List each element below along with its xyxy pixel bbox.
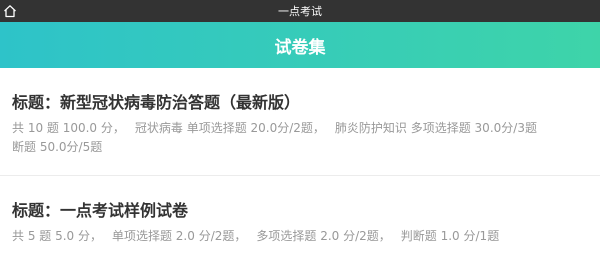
paper-summary: 共 10 题 100.0 分，	[12, 121, 125, 135]
paper-section: 多项选择题 2.0 分/2题，	[256, 229, 391, 243]
paper-section: 肺炎防护知识 多项选择题 30.0分/3题	[334, 121, 537, 135]
paper-title: 标题：一点考试样例试卷	[12, 201, 189, 220]
paper-title: 标题：新型冠状病毒防治答题（最新版）	[12, 93, 301, 112]
paper-card-sample[interactable]: 标题：一点考试样例试卷 共 5 题 5.0 分， 单项选择题 2.0 分/2题， 多…	[0, 176, 600, 264]
paper-meta: 共 10 题 100.0 分， 冠状病毒 单项选择题 20.0分/2题， 肺炎防护知…	[12, 119, 588, 157]
page-header: 试卷集	[0, 22, 600, 68]
paper-section: 断题 50.0分/5题	[12, 140, 103, 154]
paper-section: 判断题 1.0 分/1题	[400, 229, 500, 243]
paper-summary: 共 5 题 5.0 分，	[12, 229, 102, 243]
paper-section: 冠状病毒 单项选择题 20.0分/2题，	[134, 121, 325, 135]
window-titlebar: 一点考试	[0, 0, 600, 22]
paper-list: 标题：新型冠状病毒防治答题（最新版） 共 10 题 100.0 分， 冠状病毒 单…	[0, 68, 600, 264]
window-title: 一点考试	[278, 5, 322, 18]
home-icon	[4, 5, 16, 18]
paper-card-covid[interactable]: 标题：新型冠状病毒防治答题（最新版） 共 10 题 100.0 分， 冠状病毒 单…	[0, 68, 600, 176]
paper-meta: 共 5 题 5.0 分， 单项选择题 2.0 分/2题， 多项选择题 2.0 分/2…	[12, 227, 588, 246]
page-title: 试卷集	[274, 37, 326, 58]
paper-section: 单项选择题 2.0 分/2题，	[111, 229, 247, 243]
home-button[interactable]	[0, 0, 20, 22]
